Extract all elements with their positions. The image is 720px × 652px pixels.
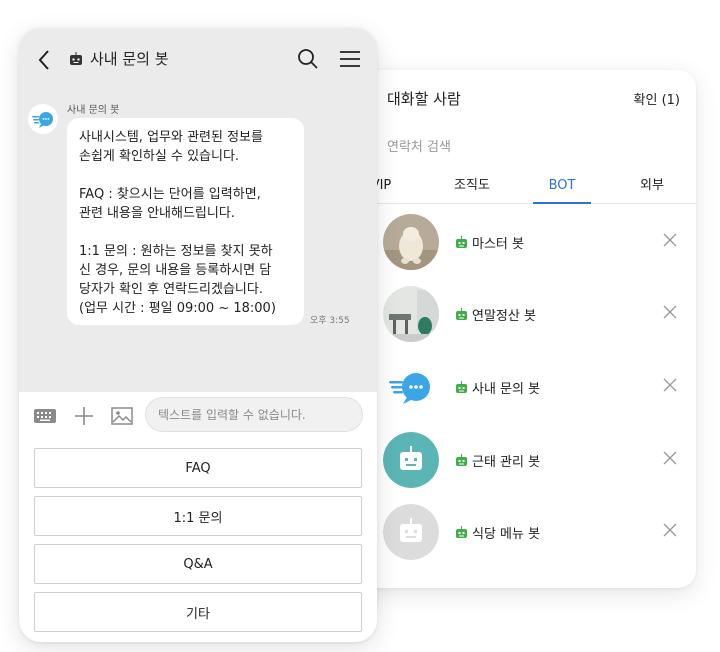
quick-reply-inquiry-button[interactable]: 1:1 문의: [34, 496, 362, 536]
confirm-button[interactable]: 확인 (1): [634, 89, 680, 108]
bot-list-item[interactable]: 사내 문의 봇: [330, 351, 696, 423]
bot-icon: [70, 52, 82, 65]
bot-icon: [455, 236, 468, 249]
bot-icon: [455, 526, 468, 539]
close-icon[interactable]: [662, 377, 678, 393]
message-paragraph: FAQ : 찾으시는 단어를 입력하면, 관련 내용을 안내해드립니다.: [79, 187, 261, 221]
close-icon[interactable]: [662, 522, 678, 538]
office-photo-avatar: [383, 286, 439, 342]
bot-name: 근태 관리 봇: [472, 455, 541, 470]
robot-teal-avatar: [383, 432, 439, 488]
tab-bot[interactable]: BOT: [533, 168, 591, 204]
bot-list-item[interactable]: 식당 메뉴 봇: [330, 496, 696, 568]
message-paragraph: 1:1 문의 : 원하는 정보를 찾지 못하 신 경우, 문의 내용을 등록하시…: [79, 244, 276, 316]
contact-picker-panel: 대화할 사람 확인 (1) 연락처 검색 VIP 조직도 BOT 외부 마스터 …: [330, 70, 696, 588]
quick-reply-faq-button[interactable]: FAQ: [34, 448, 362, 488]
close-icon[interactable]: [662, 450, 678, 466]
chat-header: 사내 문의 봇: [19, 28, 377, 90]
bot-list-item[interactable]: 연말정산 봇: [330, 278, 696, 350]
message-input[interactable]: [145, 397, 363, 432]
contact-search-input[interactable]: 연락처 검색: [387, 136, 451, 155]
picker-header: 대화할 사람 확인 (1): [330, 70, 696, 126]
chat-screen: 사내 문의 봇 사내 문의 봇 사내시스템, 업무와 관련된 정보를 손쉽게 확…: [19, 28, 377, 642]
chat-bubble-logo-icon: [28, 104, 58, 134]
composer-area: FAQ 1:1 문의 Q&A 기타: [19, 392, 377, 642]
message-timestamp: 오후 3:55: [310, 316, 350, 326]
chat-bubble-logo-avatar: [383, 359, 439, 415]
image-icon[interactable]: [110, 404, 134, 428]
search-icon[interactable]: [297, 48, 319, 70]
quick-reply-qna-button[interactable]: Q&A: [34, 544, 362, 584]
tab-external[interactable]: 외부: [626, 168, 678, 204]
bot-list-item[interactable]: 근태 관리 봇: [330, 424, 696, 496]
message-bubble: 사내시스템, 업무와 관련된 정보를 손쉽게 확인하실 수 있습니다. FAQ …: [67, 118, 304, 325]
hamburger-menu-icon[interactable]: [339, 50, 361, 68]
tab-org-chart[interactable]: 조직도: [440, 168, 504, 204]
picker-title: 대화할 사람: [387, 90, 461, 108]
close-icon[interactable]: [662, 304, 678, 320]
bot-icon: [455, 381, 468, 394]
bot-list-item[interactable]: 마스터 봇: [330, 206, 696, 278]
sender-name: 사내 문의 봇: [67, 105, 120, 116]
picker-tabs: VIP 조직도 BOT 외부: [330, 168, 696, 204]
chevron-left-icon[interactable]: [35, 48, 55, 72]
keyboard-icon[interactable]: [33, 404, 57, 428]
bot-name: 연말정산 봇: [472, 309, 536, 324]
message-paragraph: 사내시스템, 업무와 관련된 정보를 손쉽게 확인하실 수 있습니다.: [79, 130, 263, 164]
bot-icon: [455, 454, 468, 467]
bot-icon: [455, 308, 468, 321]
bot-name: 마스터 봇: [472, 237, 524, 252]
chat-title: 사내 문의 봇: [90, 50, 169, 68]
robot-gray-avatar: [383, 504, 439, 560]
plus-icon[interactable]: [72, 404, 96, 428]
quick-reply-other-button[interactable]: 기타: [34, 592, 362, 632]
close-icon[interactable]: [662, 232, 678, 248]
plush-toy-avatar: [383, 214, 439, 270]
bot-name: 사내 문의 봇: [472, 382, 541, 397]
bot-name: 식당 메뉴 봇: [472, 527, 541, 542]
